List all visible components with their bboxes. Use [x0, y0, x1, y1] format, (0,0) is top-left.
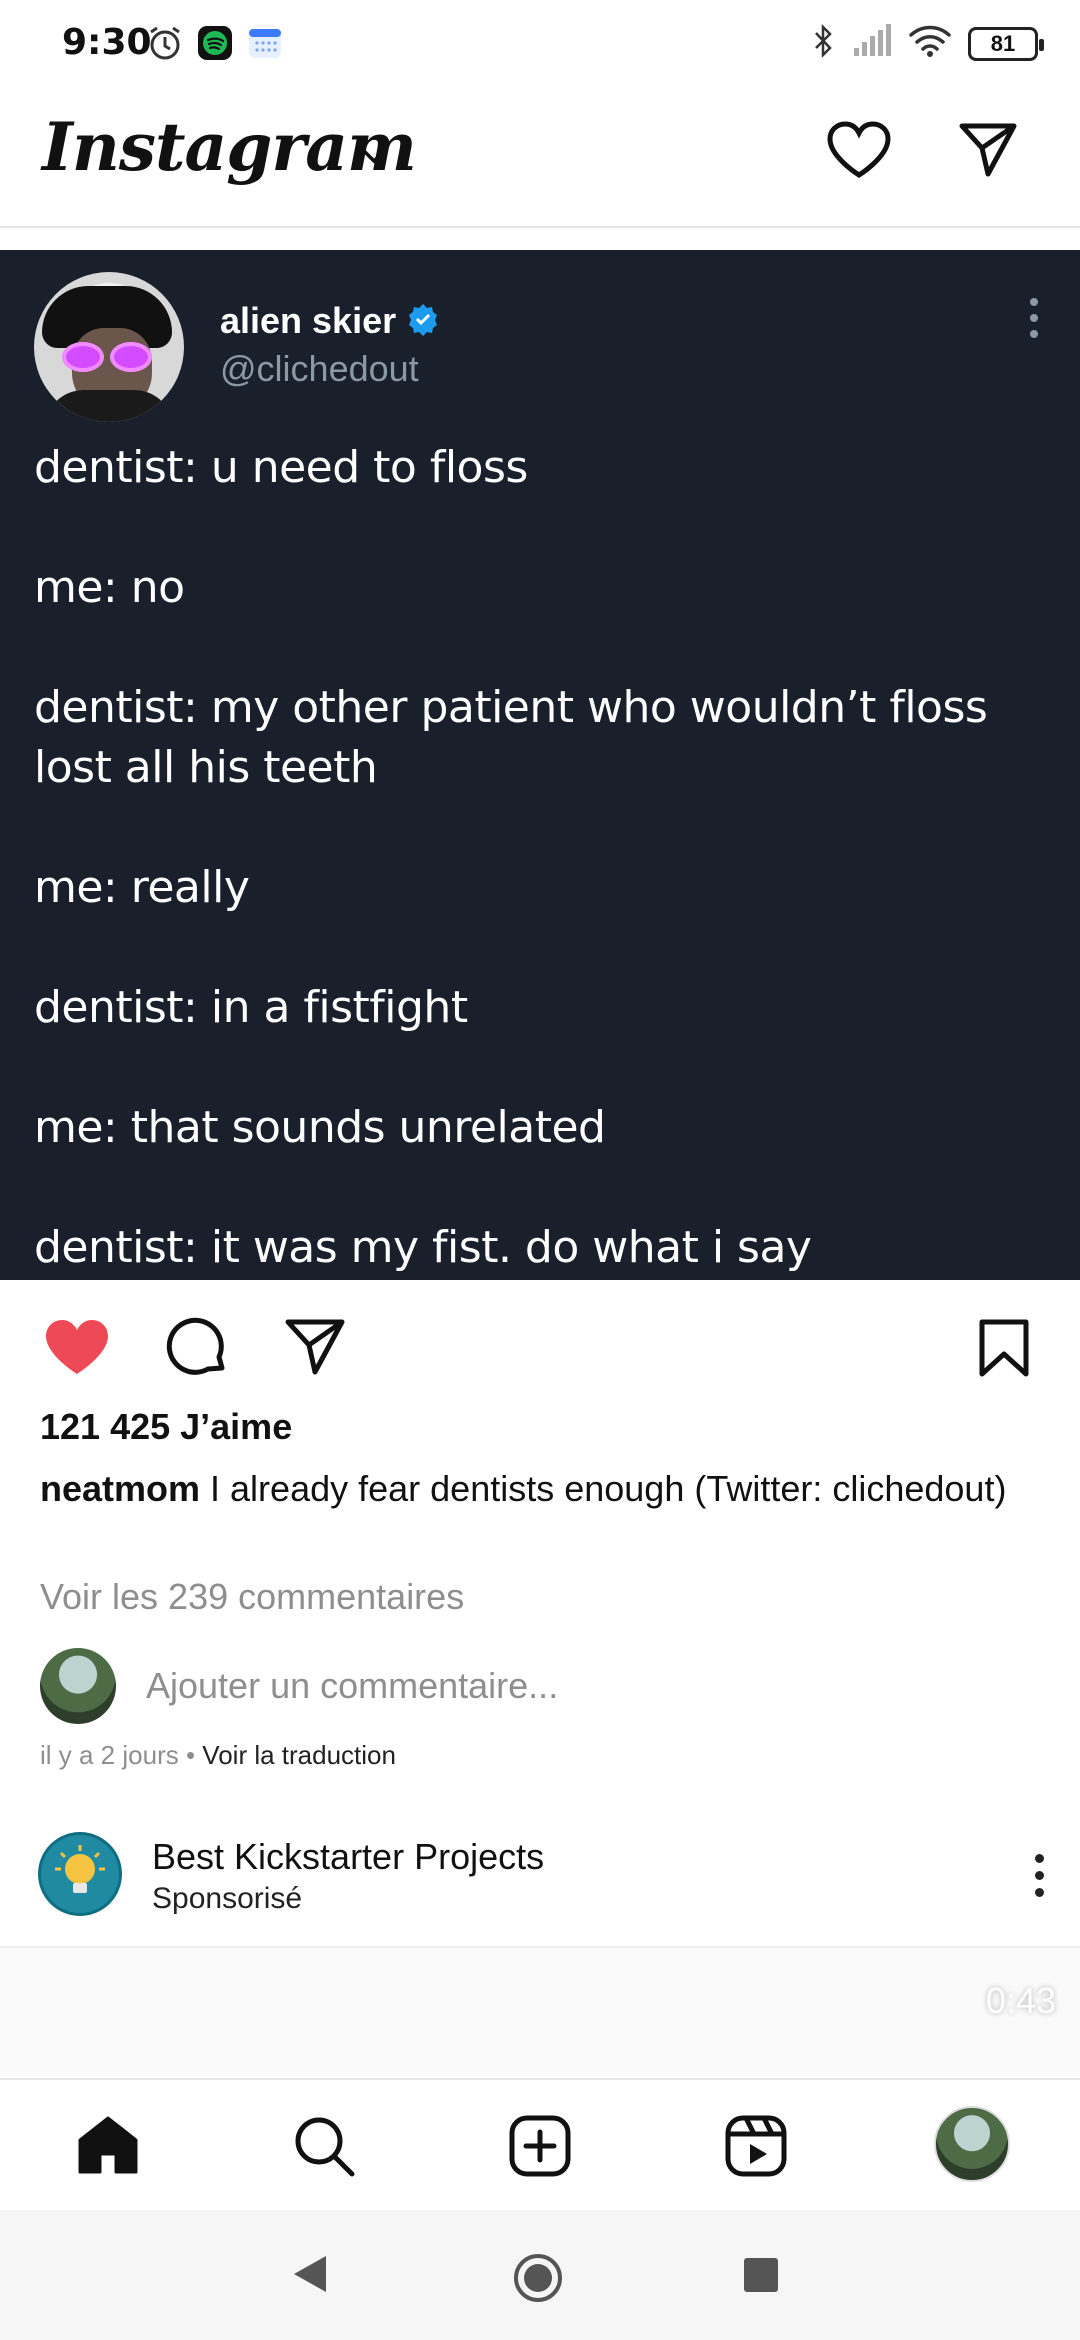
video-time: 0:43	[985, 1980, 1056, 2021]
recents-icon[interactable]	[744, 2258, 778, 2292]
profile-avatar[interactable]	[934, 2106, 1010, 2182]
translate-link[interactable]: Voir la traduction	[202, 1740, 396, 1770]
like-heart-icon[interactable]	[44, 1318, 110, 1383]
caption-text: I already fear dentists enough (Twitter:…	[200, 1468, 1007, 1509]
post-image-tweet[interactable]: alien skier @clichedout dentist: u need …	[0, 250, 1080, 1280]
home-icon[interactable]	[76, 2114, 140, 2181]
tweet-author-name: alien skier	[220, 300, 397, 341]
bookmark-icon[interactable]	[978, 1318, 1030, 1383]
view-comments-link[interactable]: Voir les 239 commentaires	[40, 1576, 464, 1618]
separator-dot: •	[178, 1740, 203, 1770]
tweet-author-handle: @clichedout	[220, 348, 419, 389]
bottom-navigation	[0, 2078, 1080, 2210]
add-comment-input[interactable]: Ajouter un commentaire...	[146, 1665, 558, 1707]
spotify-icon	[196, 24, 234, 67]
post-actions	[0, 1280, 1080, 1410]
tweet-author-row: alien skier	[220, 300, 440, 342]
add-post-icon[interactable]	[508, 2114, 572, 2183]
app-header: Instagram	[0, 86, 1080, 228]
tweet-author-avatar	[34, 272, 184, 422]
wifi-icon	[908, 23, 952, 64]
calendar-icon	[246, 24, 284, 67]
status-system-icons: 81	[812, 22, 1044, 65]
sponsor-avatar[interactable]	[38, 1832, 122, 1916]
status-time: 9:30	[62, 22, 152, 63]
sponsored-label: Sponsorisé	[152, 1882, 303, 1915]
sponsored-video[interactable]: 0:43	[0, 1946, 1080, 2076]
back-icon[interactable]	[292, 2254, 328, 2299]
tweet-text: dentist: u need to floss me: no dentist:…	[34, 442, 988, 1273]
verified-badge-icon	[406, 302, 440, 341]
tweet-more-icon	[1030, 298, 1038, 338]
system-navigation-bar	[0, 2210, 1080, 2340]
caption-username[interactable]: neatmom	[40, 1468, 200, 1509]
post-time-ago: il y a 2 jours	[40, 1740, 179, 1770]
likes-count[interactable]: 121 425 J’aime	[40, 1406, 292, 1448]
comment-icon[interactable]	[166, 1316, 230, 1385]
home-circle-icon[interactable]	[512, 2252, 564, 2309]
send-icon[interactable]	[958, 122, 1018, 183]
post-caption: neatmom I already fear dentists enough (…	[40, 1464, 1040, 1514]
sponsored-post-header: Best Kickstarter Projects Sponsorisé	[38, 1830, 1048, 1920]
status-bar: 9:30 81	[0, 0, 1080, 86]
search-icon[interactable]	[292, 2114, 356, 2183]
add-comment-row[interactable]: Ajouter un commentaire...	[40, 1648, 1040, 1724]
alarm-icon	[146, 24, 184, 67]
chevron-down-icon[interactable]	[358, 144, 390, 171]
my-avatar	[40, 1648, 116, 1724]
battery-level: 81	[990, 30, 1016, 56]
sponsor-name[interactable]: Best Kickstarter Projects	[152, 1836, 544, 1878]
heart-icon[interactable]	[826, 120, 892, 185]
status-notification-icons	[146, 24, 284, 67]
post-timestamp-row: il y a 2 jours • Voir la traduction	[40, 1740, 396, 1771]
bluetooth-icon	[812, 22, 836, 65]
share-icon[interactable]	[284, 1318, 346, 1381]
signal-icon	[852, 24, 892, 63]
battery-icon: 81	[968, 26, 1044, 61]
more-options-icon[interactable]	[1035, 1854, 1044, 1897]
reels-icon[interactable]	[724, 2114, 788, 2183]
